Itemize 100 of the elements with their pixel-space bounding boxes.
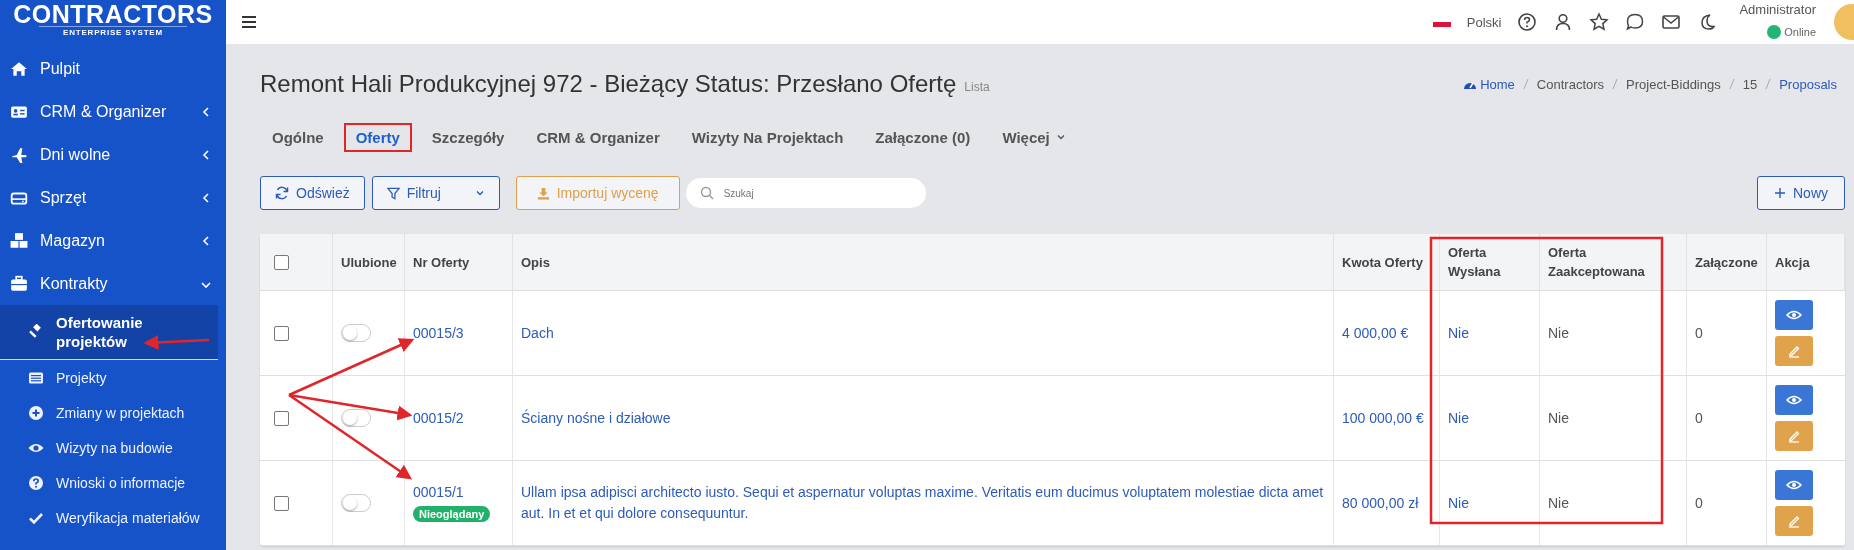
offer-number-link[interactable]: 00015/2 xyxy=(413,410,464,426)
help-icon xyxy=(1517,12,1538,32)
gavel-icon xyxy=(28,324,44,340)
amount-text: 100 000,00 € xyxy=(1342,410,1424,426)
tab[interactable]: Załączone (0) xyxy=(863,122,983,152)
boxes-icon xyxy=(10,231,28,250)
column-header: Załączone xyxy=(1695,253,1758,272)
column-header: Oferta Zaakceptowana xyxy=(1548,244,1646,281)
chevron-icon xyxy=(200,191,212,204)
pencil-icon xyxy=(1787,429,1801,443)
help-button[interactable] xyxy=(1517,12,1538,32)
attachments-count: 0 xyxy=(1695,495,1703,511)
sidebar-subitem[interactable]: Ofertowanie projektów xyxy=(0,305,218,360)
tab[interactable]: Oferty xyxy=(343,122,412,152)
offer-number-link[interactable]: 00015/3 xyxy=(413,325,464,341)
sidebar-subitem[interactable]: Wizyty na budowie xyxy=(0,430,226,465)
favorite-toggle[interactable] xyxy=(341,409,371,427)
breadcrumb-separator xyxy=(1612,78,1619,90)
column-header: Opis xyxy=(521,253,550,272)
column-header: Akcja xyxy=(1775,253,1810,272)
breadcrumb-item: Project-Biddings xyxy=(1626,76,1721,92)
sidebar-item[interactable]: Kontrakty xyxy=(0,262,226,305)
tab[interactable]: CRM & Organizer xyxy=(524,122,672,152)
star-icon xyxy=(1589,12,1610,32)
sent-value: Nie xyxy=(1448,495,1469,511)
refresh-button[interactable]: Odśwież xyxy=(260,176,365,210)
online-status-dot xyxy=(1767,25,1782,39)
pencil-icon xyxy=(1787,344,1801,358)
breadcrumb-separator xyxy=(1765,78,1772,90)
page-subtitle: Lista xyxy=(964,80,990,94)
row-checkbox[interactable] xyxy=(274,495,289,511)
tab[interactable]: Ogólne xyxy=(260,122,336,152)
description-link[interactable]: Ściany nośne i działowe xyxy=(521,407,671,429)
eye-icon xyxy=(1786,309,1802,321)
sidebar-item[interactable]: Magazyn xyxy=(0,219,226,262)
accepted-value: Nie xyxy=(1548,325,1569,341)
mail-button[interactable] xyxy=(1661,12,1682,32)
filter-dropdown[interactable]: Filtruj xyxy=(371,176,500,210)
breadcrumb-separator xyxy=(1522,78,1529,90)
favorite-toggle[interactable] xyxy=(341,494,371,512)
favorite-toggle[interactable] xyxy=(341,324,371,342)
menu-button[interactable] xyxy=(242,15,258,29)
sent-value: Nie xyxy=(1448,410,1469,426)
filter-icon xyxy=(386,186,400,200)
sidebar-item[interactable]: Dni wolne xyxy=(0,133,226,176)
pencil-icon xyxy=(1787,514,1801,528)
language-selector[interactable]: Polski xyxy=(1466,14,1502,30)
offer-number-link[interactable]: 00015/1 xyxy=(413,484,464,500)
breadcrumb-link[interactable]: Proposals xyxy=(1779,76,1837,92)
sidebar-item[interactable]: Pulpit xyxy=(0,47,226,90)
column-header: Ulubione xyxy=(341,253,397,272)
tab[interactable]: Więcej xyxy=(990,122,1078,152)
chat-icon xyxy=(1625,12,1646,32)
user-name: Administrator xyxy=(1739,2,1816,17)
accepted-value: Nie xyxy=(1548,410,1569,426)
new-button[interactable]: Nowy xyxy=(1757,176,1845,210)
select-all-checkbox[interactable] xyxy=(274,254,289,270)
sidebar-item[interactable]: Sprzęt xyxy=(0,176,226,219)
tab[interactable]: Szczegóły xyxy=(419,122,517,152)
view-button[interactable] xyxy=(1775,470,1813,500)
description-link[interactable]: Ullam ipsa adipisci architecto iusto. Sequi et aspernatur voluptas maxime. Veritatis eum ducimus voluptatem molestiae dicta amet aut. In et et qui dolore consequuntur. xyxy=(521,482,1325,524)
user-status: Online xyxy=(1784,26,1816,38)
download-icon xyxy=(536,186,550,200)
menu-icon xyxy=(242,15,258,29)
chevron-icon xyxy=(200,105,212,118)
search-field[interactable]: Szukaj xyxy=(685,178,926,208)
attachments-count: 0 xyxy=(1695,325,1703,341)
row-checkbox[interactable] xyxy=(274,410,289,426)
chevron-icon xyxy=(200,234,212,247)
caret-icon xyxy=(474,188,485,198)
column-header: Nr Oferty xyxy=(413,253,470,272)
sidebar-subitem[interactable]: Weryfikacja materiałów xyxy=(0,500,226,535)
chat-button[interactable] xyxy=(1625,12,1646,32)
amount-text: 80 000,00 zł xyxy=(1342,495,1419,511)
breadcrumb-item: Contractors xyxy=(1536,76,1605,92)
plane-icon xyxy=(10,145,28,164)
mail-icon xyxy=(1661,12,1682,32)
plus-circle-icon xyxy=(28,404,44,421)
briefcase-icon xyxy=(10,274,28,293)
star-button[interactable] xyxy=(1589,12,1610,32)
sidebar-subitem[interactable]: Zmiany w projektach xyxy=(0,395,226,430)
chevron-icon xyxy=(200,148,212,161)
logo: CONTRACTORS ENTERPRISE SYSTEM xyxy=(12,0,214,39)
refresh-icon xyxy=(275,186,289,200)
tab[interactable]: Wizyty Na Projektach xyxy=(679,122,856,152)
row-checkbox[interactable] xyxy=(274,325,289,341)
sidebar-item[interactable]: CRM & Organizer xyxy=(0,90,226,133)
sidebar-subitem[interactable]: Wnioski o informacje xyxy=(0,465,226,500)
column-header: Oferta Wysłana xyxy=(1448,244,1502,281)
breadcrumb-item: 15 xyxy=(1742,76,1758,92)
description-link[interactable]: Dach xyxy=(521,322,554,344)
sent-value: Nie xyxy=(1448,325,1469,341)
accepted-value: Nie xyxy=(1548,495,1569,511)
breadcrumb-link[interactable]: Home xyxy=(1463,76,1515,92)
view-button[interactable] xyxy=(1775,300,1813,330)
sidebar-subitem[interactable]: Projekty xyxy=(0,360,226,395)
column-header: Kwota Oferty xyxy=(1342,253,1423,272)
view-button[interactable] xyxy=(1775,385,1813,415)
amount-text: 4 000,00 € xyxy=(1342,325,1409,341)
annotation-arrow xyxy=(143,334,210,350)
